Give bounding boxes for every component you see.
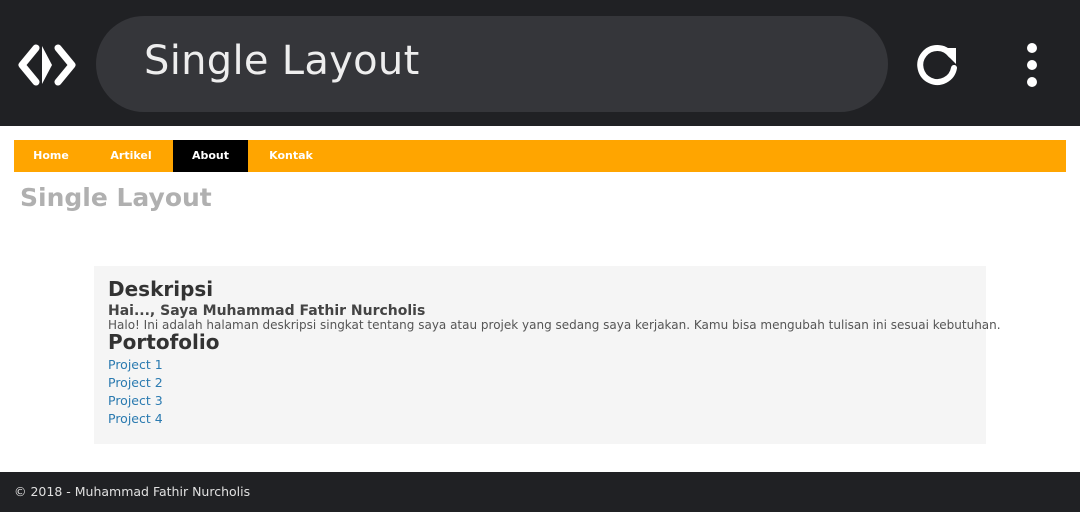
nav-item-artikel[interactable]: Artikel bbox=[94, 140, 168, 172]
browser-toolbar: Single Layout bbox=[0, 0, 1080, 126]
more-vert-icon[interactable] bbox=[1014, 40, 1050, 90]
portfolio-heading: Portofolio bbox=[108, 330, 220, 354]
project-link-4[interactable]: Project 4 bbox=[108, 411, 163, 426]
project-link-3[interactable]: Project 3 bbox=[108, 393, 163, 408]
footer-copyright: © 2018 - Muhammad Fathir Nurcholis bbox=[14, 484, 251, 499]
description-heading: Deskripsi bbox=[108, 277, 214, 301]
nav-item-kontak[interactable]: Kontak bbox=[254, 140, 328, 172]
web-page: Home Artikel About Kontak Single Layout … bbox=[0, 126, 1080, 472]
footer: © 2018 - Muhammad Fathir Nurcholis bbox=[0, 472, 1080, 512]
project-link-1[interactable]: Project 1 bbox=[108, 357, 163, 372]
reload-icon[interactable] bbox=[910, 38, 964, 92]
nav-item-home[interactable]: Home bbox=[14, 140, 88, 172]
content-card: Deskripsi Hai..., Saya Muhammad Fathir N… bbox=[94, 266, 1001, 444]
greeting-text: Hai..., Saya Muhammad Fathir Nurcholis bbox=[108, 303, 426, 319]
nav-item-about[interactable]: About bbox=[173, 140, 248, 172]
project-link-2[interactable]: Project 2 bbox=[108, 375, 163, 390]
page-title-in-address-bar: Single Layout bbox=[144, 38, 420, 84]
page-heading: Single Layout bbox=[20, 183, 212, 212]
code-brackets-icon[interactable] bbox=[18, 40, 76, 90]
description-text: Halo! Ini adalah halaman deskripsi singk… bbox=[108, 318, 1001, 332]
navigation-bar: Home Artikel About Kontak bbox=[14, 140, 1066, 172]
address-bar[interactable]: Single Layout bbox=[96, 16, 888, 112]
